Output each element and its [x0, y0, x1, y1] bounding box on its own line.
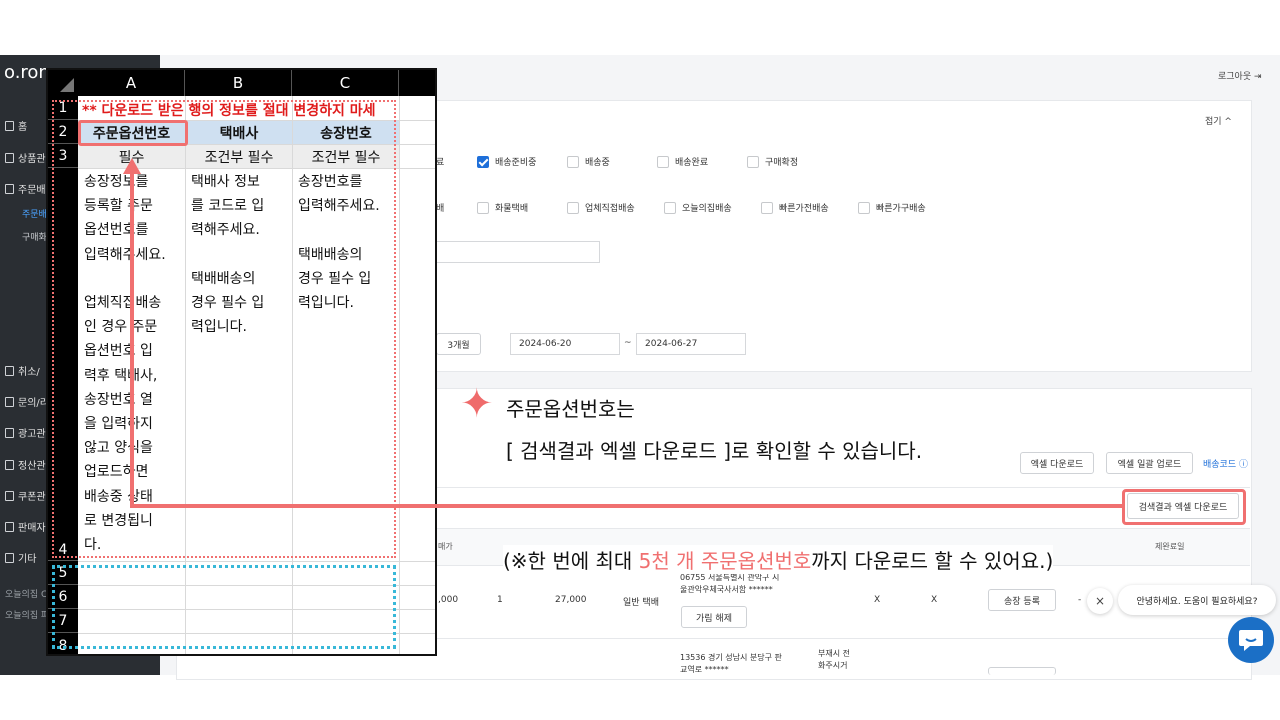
- sidebar-item-settlement[interactable]: 정산관: [5, 457, 46, 472]
- chat-greeting[interactable]: 안녕하세요. 도움이 필요하세요?: [1118, 585, 1276, 615]
- cell-price: ,000: [438, 595, 459, 605]
- cell-amount: 27,000: [555, 595, 587, 605]
- column-header-c[interactable]: C: [292, 70, 399, 96]
- corner-triangle-icon: [60, 78, 74, 92]
- sidebar-footer-link[interactable]: 오늘의집 C: [5, 587, 47, 600]
- sidebar-item-ads[interactable]: 광고관: [5, 425, 46, 440]
- column-header-a[interactable]: A: [78, 70, 185, 96]
- cell-dash: -: [1078, 595, 1082, 605]
- annotation-highlight: 5천 개 주문옵션번호: [638, 549, 812, 573]
- chat-close-button[interactable]: ×: [1087, 588, 1113, 614]
- document-icon: [5, 396, 14, 407]
- cell-address: 13536 경기 성남시 분당구 판 교역로 ******: [680, 653, 782, 674]
- chat-icon: [1239, 630, 1263, 651]
- unhide-button[interactable]: 가림 해제: [681, 606, 747, 628]
- empty-range-outline: [52, 565, 396, 649]
- sidebar-item-etc[interactable]: 기타: [5, 550, 36, 565]
- sidebar-item-seller[interactable]: 판매자: [5, 519, 46, 534]
- sidebar-item-products[interactable]: 상품관: [5, 150, 46, 165]
- home-icon: [5, 120, 14, 131]
- logout-icon: ⇥: [1254, 72, 1262, 82]
- annotation-line2: [ 검색결과 엑셀 다운로드 ]로 확인할 수 있습니다.: [506, 439, 923, 463]
- document-icon: [5, 490, 14, 501]
- cell-x: X: [931, 595, 938, 605]
- document-icon: [5, 552, 14, 563]
- cell-delivery-type: 일반 택배: [623, 598, 659, 608]
- column-header-next[interactable]: [399, 70, 435, 96]
- document-icon: [5, 521, 14, 532]
- sparkle-icon: ✦: [460, 381, 494, 427]
- column-header-b[interactable]: B: [185, 70, 292, 96]
- chat-launcher-button[interactable]: [1228, 617, 1274, 663]
- document-icon: [5, 365, 14, 376]
- sidebar-item-cancel[interactable]: 취소/: [5, 363, 40, 378]
- delivery-code-link[interactable]: 배송코드 ⓘ: [1203, 457, 1248, 470]
- cell-address: 06755 서울특별시 관악구 시 울관악우체국사서함 ******: [680, 573, 780, 594]
- document-icon: [5, 459, 14, 470]
- logout-link[interactable]: 로그아웃 ⇥: [1218, 69, 1262, 82]
- document-icon: [5, 152, 14, 163]
- sidebar-subitem-purchase[interactable]: 구매화: [22, 230, 47, 243]
- highlight-box: [1122, 489, 1246, 525]
- column-header-done-date: 제완료일: [1155, 542, 1185, 551]
- cell-x: X: [874, 595, 881, 605]
- sidebar-item-inquiry[interactable]: 문의/리: [5, 394, 49, 409]
- logo: o.ron: [4, 62, 50, 83]
- document-icon: [5, 427, 14, 438]
- cell-memo: 부재시 전 화주시거: [818, 649, 850, 670]
- register-invoice-button[interactable]: [988, 667, 1056, 675]
- sidebar-item-home[interactable]: 홈: [5, 118, 27, 133]
- register-invoice-button[interactable]: 송장 등록: [988, 589, 1056, 611]
- sidebar-item-coupon[interactable]: 쿠폰관: [5, 488, 46, 503]
- document-icon: [5, 183, 14, 194]
- sidebar-item-orders[interactable]: 주문배: [5, 181, 46, 196]
- annotation-line1: 주문옵션번호는: [506, 397, 635, 421]
- sidebar-footer-link[interactable]: 오늘의집 파: [5, 608, 49, 621]
- fold-button[interactable]: 접기 ^: [1205, 114, 1232, 127]
- sidebar-subitem-orders[interactable]: 주문배: [22, 207, 47, 220]
- select-all-corner[interactable]: [48, 70, 79, 96]
- grid-line: [78, 561, 435, 562]
- cell-qty: 1: [497, 595, 503, 605]
- annotation-note: (※한 번에 최대 5천 개 주문옵션번호까지 다운로드 할 수 있어요.): [503, 545, 1054, 574]
- column-header-price: 매가: [438, 542, 453, 551]
